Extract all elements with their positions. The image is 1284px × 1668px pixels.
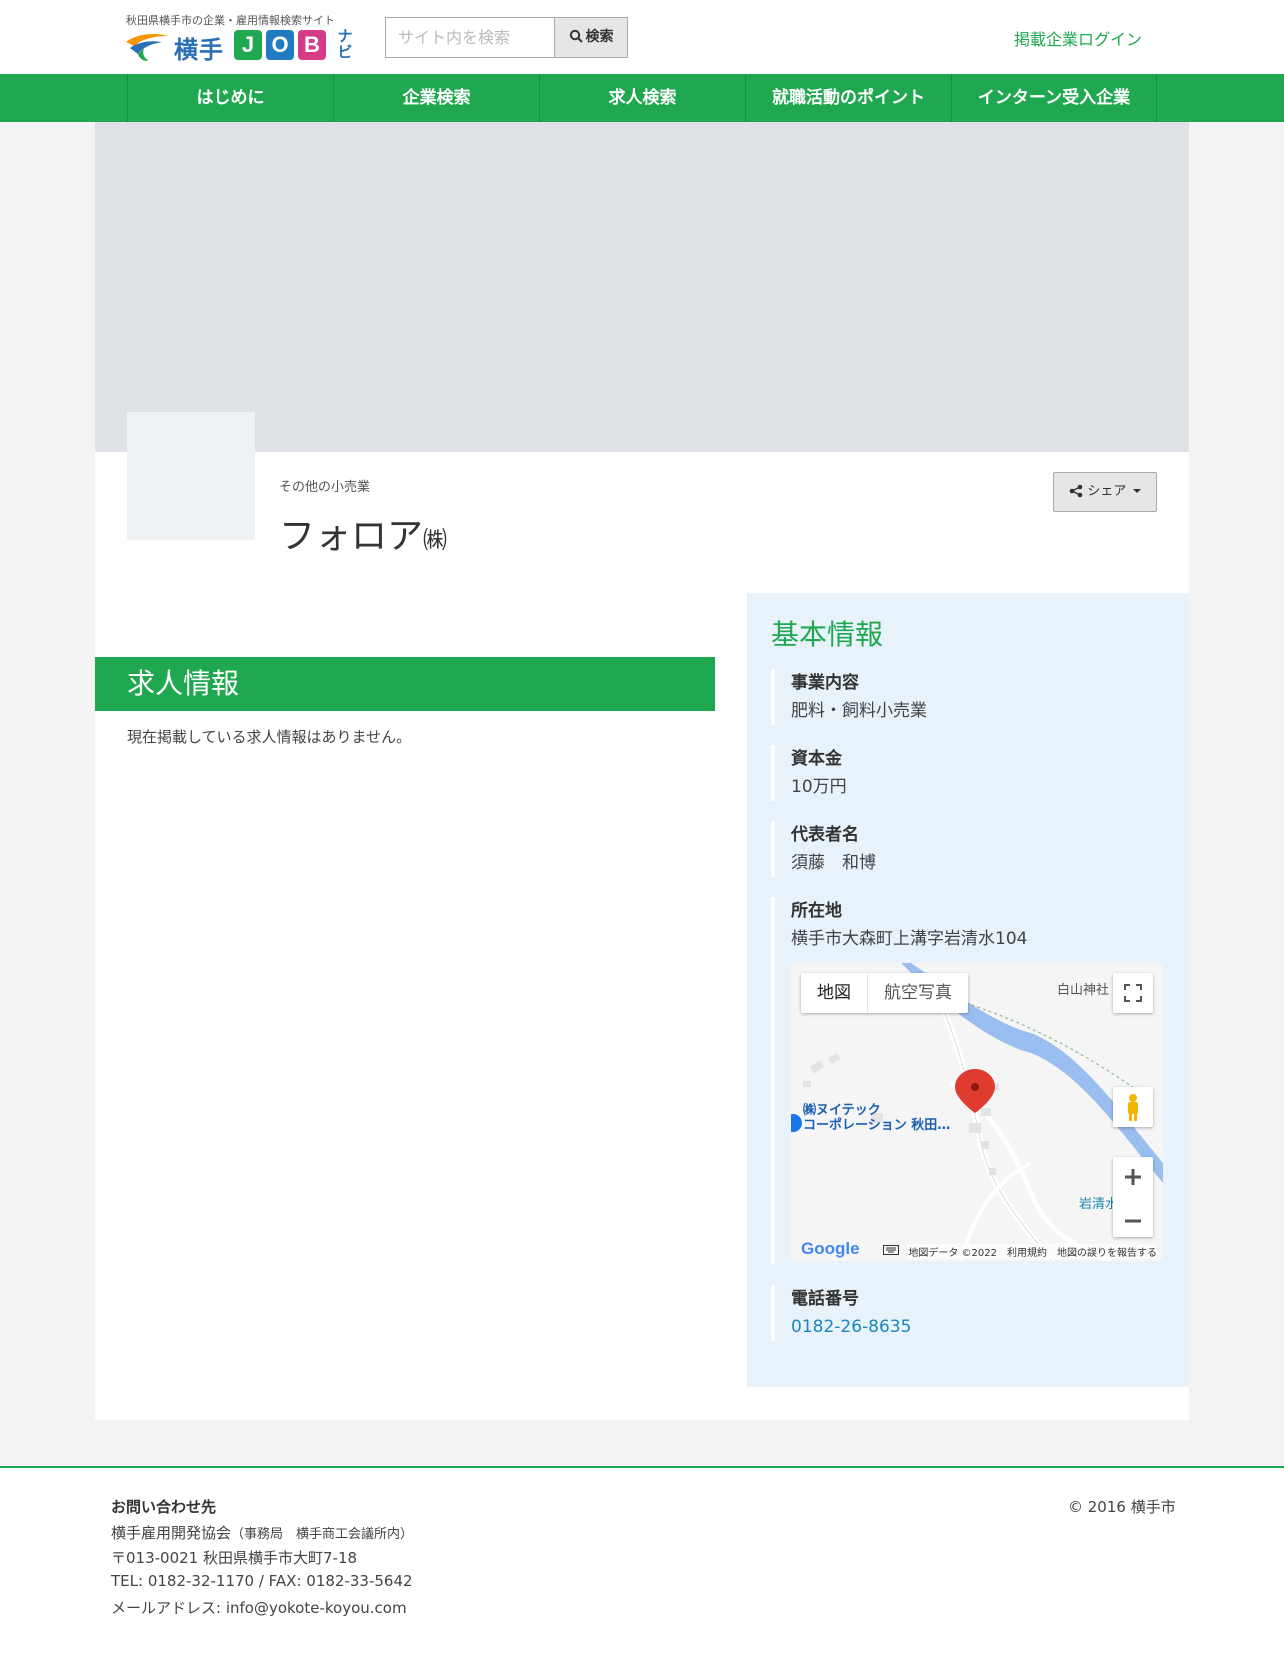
search-button-label: 検索 bbox=[585, 29, 614, 45]
logo-suffix: ナビ bbox=[337, 27, 353, 61]
member-login-link[interactable]: 掲載企業ログイン bbox=[1014, 26, 1142, 50]
field-business-value: 肥料・飼料小売業 bbox=[791, 701, 927, 721]
map-label-company-line2: コーポレーション 秋田… bbox=[803, 1118, 951, 1133]
field-address-value: 横手市大森町上溝字岩清水104 bbox=[791, 929, 1028, 949]
map-tab-map[interactable]: 地図 bbox=[801, 973, 867, 1013]
nav-item-job-hunting-tips[interactable]: 就職活動のポイント bbox=[745, 74, 951, 122]
nav-item-company-search[interactable]: 企業検索 bbox=[333, 74, 539, 122]
map-fullscreen-button[interactable] bbox=[1113, 973, 1153, 1013]
map-label-company-line1: ㈱ヌイテック bbox=[803, 1103, 881, 1118]
location-map[interactable]: 地図 航空写真 白山神社 ㈱ヌイテック コーポレーション 秋田… 岩清水 Goo… bbox=[791, 963, 1163, 1261]
jobs-empty-message: 現在掲載している求人情報はありません。 bbox=[127, 728, 412, 746]
company-page: その他の小売業 フォロア㈱ シェア 求人情報 現在掲載している求人情報はありませ… bbox=[95, 122, 1189, 1420]
map-label-shrine: 白山神社 bbox=[1057, 983, 1110, 998]
company-name: フォロア㈱ bbox=[279, 507, 447, 559]
map-tab-satellite[interactable]: 航空写真 bbox=[867, 973, 968, 1013]
main-nav: はじめに 企業検索 求人検索 就職活動のポイント インターン受入企業 bbox=[0, 74, 1284, 122]
field-phone-value[interactable]: 0182-26-8635 bbox=[791, 1313, 1167, 1341]
share-icon bbox=[1070, 484, 1083, 498]
field-phone: 電話番号 0182-26-8635 bbox=[771, 1285, 1167, 1341]
basic-info-title: 基本情報 bbox=[771, 618, 884, 651]
share-button-label: シェア bbox=[1087, 484, 1127, 499]
search-input[interactable]: サイト内を検索 bbox=[385, 17, 555, 58]
footer-org: 横手雇用開発協会（事務局 横手商工会議所内） bbox=[111, 1522, 413, 1543]
field-representative: 代表者名 須藤 和博 bbox=[771, 821, 1167, 877]
site-tagline: 秋田県横手市の企業・雇用情報検索サイト bbox=[126, 14, 335, 27]
search-button[interactable]: 検索 bbox=[554, 17, 628, 58]
search-icon bbox=[569, 29, 583, 43]
pegman-icon bbox=[1128, 1094, 1138, 1121]
zoom-out-icon[interactable] bbox=[1113, 1201, 1153, 1241]
logo-swoosh-icon bbox=[126, 34, 168, 61]
footer-address: 〒013-0021 秋田県横手市大町7-18 bbox=[111, 1549, 358, 1567]
site-header: 秋田県横手市の企業・雇用情報検索サイト 横手 J O B ナビ サイト内を検索 … bbox=[0, 0, 1284, 74]
map-footer: 地図データ ©2022 利用規約 地図の誤りを報告する bbox=[791, 1239, 1163, 1261]
logo-tile-j: J bbox=[234, 30, 262, 60]
field-phone-label: 電話番号 bbox=[791, 1289, 859, 1309]
footer-copyright: © 2016 横手市 bbox=[1068, 1498, 1176, 1516]
chevron-down-icon bbox=[1132, 489, 1141, 493]
nav-item-job-search[interactable]: 求人検索 bbox=[539, 74, 745, 122]
footer-contact-title: お問い合わせ先 bbox=[111, 1498, 217, 1516]
share-button[interactable]: シェア bbox=[1053, 472, 1157, 512]
logo-wordmark: 横手 bbox=[174, 36, 224, 64]
field-capital-label: 資本金 bbox=[791, 749, 842, 769]
field-address: 所在地 横手市大森町上溝字岩清水104 地図 航空写真 白山神社 ㈱ヌイテック … bbox=[771, 897, 1167, 1264]
footer-org-note: （事務局 横手商工会議所内） bbox=[231, 1527, 414, 1542]
cover-image bbox=[95, 122, 1189, 452]
field-address-label: 所在地 bbox=[791, 901, 842, 921]
field-representative-label: 代表者名 bbox=[791, 825, 859, 845]
nav-item-intro[interactable]: はじめに bbox=[127, 74, 333, 122]
company-name-text: フォロア bbox=[279, 516, 424, 557]
map-attribution[interactable]: 地図データ ©2022 利用規約 地図の誤りを報告する bbox=[908, 1244, 1157, 1259]
zoom-in-icon[interactable] bbox=[1113, 1157, 1153, 1197]
site-footer: お問い合わせ先 横手雇用開発協会（事務局 横手商工会議所内） 〒013-0021… bbox=[0, 1466, 1284, 1668]
basic-info-panel: 基本情報 事業内容 肥料・飼料小売業 資本金 10万円 代表者名 須藤 和博 所… bbox=[747, 593, 1189, 1387]
footer-tel-fax: TEL: 0182-32-1170 / FAX: 0182-33-5642 bbox=[111, 1572, 413, 1590]
company-name-suffix: ㈱ bbox=[423, 526, 448, 554]
map-type-tabs: 地図 航空写真 bbox=[801, 973, 968, 1013]
keyboard-icon[interactable] bbox=[883, 1245, 899, 1255]
map-streetview-button[interactable] bbox=[1113, 1087, 1153, 1127]
nav-item-intern-companies[interactable]: インターン受入企業 bbox=[951, 74, 1157, 122]
map-zoom-controls bbox=[1113, 1157, 1153, 1237]
company-category: その他の小売業 bbox=[279, 480, 371, 495]
footer-email[interactable]: メールアドレス: info@yokote-koyou.com bbox=[111, 1597, 407, 1618]
jobs-heading: 求人情報 bbox=[95, 657, 715, 711]
logo-tile-b: B bbox=[298, 30, 326, 60]
logo-tile-o: O bbox=[266, 30, 294, 60]
map-label-company: ㈱ヌイテック コーポレーション 秋田… bbox=[803, 1103, 950, 1133]
footer-org-name: 横手雇用開発協会 bbox=[111, 1524, 232, 1542]
field-capital-value: 10万円 bbox=[791, 777, 847, 797]
field-representative-value: 須藤 和博 bbox=[791, 853, 876, 873]
fullscreen-icon bbox=[1124, 984, 1142, 1002]
company-logo bbox=[127, 412, 255, 540]
field-business-label: 事業内容 bbox=[791, 673, 859, 693]
site-logo[interactable]: 横手 J O B ナビ bbox=[124, 28, 356, 64]
field-business: 事業内容 肥料・飼料小売業 bbox=[771, 669, 1167, 725]
field-capital: 資本金 10万円 bbox=[771, 745, 1167, 801]
